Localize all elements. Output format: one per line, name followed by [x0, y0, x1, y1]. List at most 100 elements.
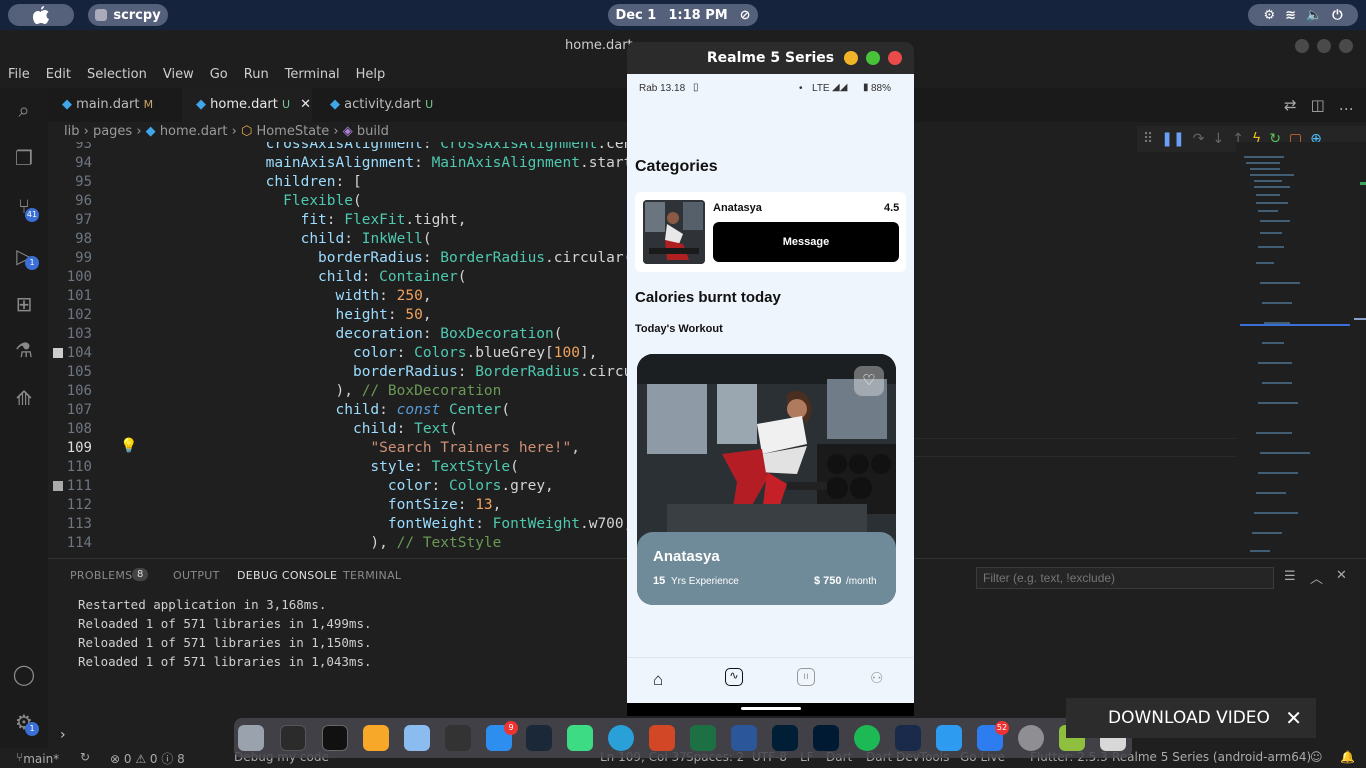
trainer-row-card[interactable]: Anatasya 4.5 Message — [635, 192, 906, 272]
menu-edit[interactable]: Edit — [38, 62, 79, 88]
search-icon[interactable]: ⌕ — [12, 98, 36, 122]
screen-record-icon: ⊘ — [739, 7, 751, 23]
code-editor[interactable]: 93 94 95 96 97 98 99 100 101 102 103 104… — [48, 142, 628, 558]
breadcrumb-file[interactable]: home.dart — [160, 124, 228, 139]
remote-icon[interactable]: ⟰ — [12, 386, 36, 410]
finder-icon[interactable] — [404, 725, 430, 751]
pause-icon[interactable]: ❚❚ — [1161, 131, 1184, 147]
scrcpy-icon[interactable] — [895, 725, 921, 751]
maximize-panel-icon[interactable]: ︿ — [1310, 568, 1323, 587]
breadcrumb-class[interactable]: HomeState — [256, 124, 329, 139]
close-window-button[interactable] — [888, 51, 902, 65]
tab-home-dart[interactable]: ◆ home.dart U ✕ — [182, 88, 312, 122]
split-editor-icon[interactable]: ◫ — [1311, 96, 1325, 114]
brave-browser-icon[interactable] — [363, 725, 389, 751]
telegram-icon[interactable] — [608, 725, 634, 751]
apple-menu[interactable] — [8, 4, 74, 26]
home-nav-icon[interactable]: ⌂ — [653, 670, 663, 690]
notifications-icon[interactable]: 🔔 — [1340, 750, 1355, 764]
system-tray[interactable]: ⚙ ≋ 🔈 ⏻ — [1248, 4, 1358, 26]
menu-file[interactable]: File — [0, 62, 38, 88]
tab-debug-console[interactable]: DEBUG CONSOLE — [237, 569, 337, 582]
close-button[interactable] — [1339, 39, 1353, 53]
branch-status[interactable]: ⑂ main* — [16, 750, 59, 766]
photoshop-icon[interactable] — [772, 725, 798, 751]
problems-count-badge: 8 — [132, 568, 149, 581]
breadcrumb-pages[interactable]: pages — [93, 124, 132, 139]
active-app-menu[interactable]: scrcpy — [88, 4, 168, 26]
favorite-icon[interactable]: ♡ — [854, 366, 884, 396]
line-number: 102 — [66, 307, 92, 323]
gear-icon[interactable]: ⚙ — [1263, 8, 1275, 23]
excel-icon[interactable] — [690, 725, 716, 751]
close-tab-icon[interactable]: ✕ — [300, 97, 311, 112]
tab-output[interactable]: OUTPUT — [173, 569, 220, 582]
clear-console-icon[interactable]: ☰ — [1284, 569, 1296, 584]
menu-selection[interactable]: Selection — [79, 62, 155, 88]
breadcrumb-lib[interactable]: lib — [64, 124, 79, 139]
message-button[interactable]: Message — [713, 222, 899, 262]
breadcrumb-method[interactable]: build — [357, 124, 389, 139]
tab-main-dart[interactable]: ◆ main.dart M — [48, 88, 178, 122]
tab-status: U — [281, 98, 290, 111]
tab-problems[interactable]: PROBLEMS — [70, 569, 132, 582]
menu-view[interactable]: View — [155, 62, 202, 88]
problems-status[interactable]: ⊗ 0 ⚠ 0 ⓘ 8 — [110, 750, 185, 767]
minimize-window-button[interactable] — [844, 51, 858, 65]
step-over-icon[interactable]: ↷ — [1193, 131, 1205, 147]
minimize-button[interactable] — [1295, 39, 1309, 53]
word-icon[interactable] — [731, 725, 757, 751]
menu-terminal[interactable]: Terminal — [277, 62, 348, 88]
download-video-banner[interactable]: DOWNLOAD VIDEO ✕ — [1066, 698, 1316, 738]
editor-actions: ⇄ ◫ … — [1284, 96, 1354, 114]
console-line: Restarted application in 3,168ms. — [78, 597, 327, 612]
device-status[interactable]: Realme 5 Series (android-arm64) — [1112, 750, 1311, 764]
tab-terminal[interactable]: TERMINAL — [343, 569, 401, 582]
android-studio-icon[interactable] — [567, 725, 593, 751]
extensions-icon[interactable]: ⊞ — [12, 292, 36, 316]
clock-pill[interactable]: Dec 1 1:18 PM ⊘ — [608, 4, 758, 26]
profile-nav-icon[interactable]: ⚇ — [870, 669, 883, 687]
volume-icon[interactable]: 🔈 — [1306, 8, 1322, 23]
obs-icon[interactable] — [445, 725, 471, 751]
account-icon[interactable]: ◯ — [12, 662, 36, 686]
system-preferences-icon[interactable] — [1018, 725, 1044, 751]
menu-run[interactable]: Run — [236, 62, 277, 88]
home-gesture-bar[interactable] — [741, 707, 801, 710]
compare-icon[interactable]: ⇄ — [1284, 96, 1297, 114]
drag-handle-icon[interactable]: ⠿ — [1143, 131, 1153, 147]
lightroom-icon[interactable] — [813, 725, 839, 751]
color-swatch-icon[interactable] — [53, 481, 63, 491]
feedback-icon[interactable]: ☺ — [1310, 750, 1323, 764]
powerpoint-icon[interactable] — [649, 725, 675, 751]
phone-status-dot: • — [799, 83, 803, 94]
stats-nav-icon[interactable]: ıı — [797, 668, 815, 686]
spotify-icon[interactable] — [854, 725, 880, 751]
close-panel-icon[interactable]: ✕ — [1336, 568, 1347, 583]
close-banner-icon[interactable]: ✕ — [1285, 698, 1302, 738]
line-number: 95 — [75, 174, 92, 190]
menu-help[interactable]: Help — [348, 62, 394, 88]
maximize-window-button[interactable] — [866, 51, 880, 65]
step-into-icon[interactable]: ↓ — [1212, 131, 1224, 147]
explorer-icon[interactable]: ❐ — [12, 146, 36, 170]
terminal-icon[interactable] — [322, 725, 348, 751]
workout-card[interactable]: ♡ Anatasya 15 Yrs Experience $ 750 /mont… — [637, 354, 896, 605]
testing-icon[interactable]: ⚗ — [12, 338, 36, 362]
filter-input[interactable] — [976, 567, 1274, 589]
tab-activity-dart[interactable]: ◆ activity.dart U — [316, 88, 446, 122]
maximize-button[interactable] — [1317, 39, 1331, 53]
activity-nav-icon[interactable]: ∿ — [725, 668, 743, 686]
sync-icon[interactable]: ↻ — [80, 750, 90, 764]
color-swatch-icon[interactable] — [53, 348, 63, 358]
more-actions-icon[interactable]: … — [1339, 96, 1354, 114]
launchpad-icon[interactable] — [238, 725, 264, 751]
xcode-icon[interactable] — [936, 725, 962, 751]
minimap[interactable] — [1236, 142, 1366, 558]
menu-go[interactable]: Go — [202, 62, 236, 88]
steam-icon[interactable] — [526, 725, 552, 751]
vscode-icon[interactable] — [280, 725, 306, 751]
console-prompt-icon[interactable]: › — [60, 727, 66, 743]
power-icon[interactable]: ⏻ — [1332, 8, 1342, 23]
wifi-icon[interactable]: ≋ — [1285, 8, 1296, 23]
